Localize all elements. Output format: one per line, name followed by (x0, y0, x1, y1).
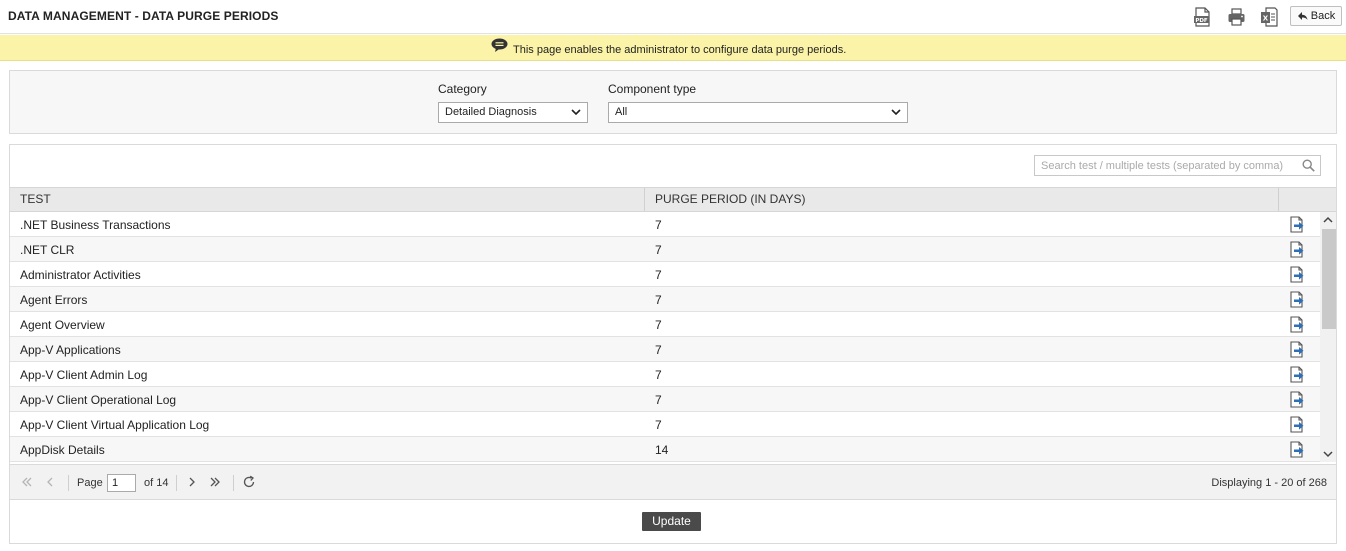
page-title: DATA MANAGEMENT - DATA PURGE PERIODS (8, 9, 279, 23)
back-button-label: Back (1310, 10, 1336, 22)
test-name-cell: App-V Applications (20, 343, 121, 357)
component-type-select[interactable]: All (608, 102, 908, 123)
purge-period-cell: 7 (655, 318, 662, 332)
column-header-test[interactable]: TEST (10, 188, 645, 211)
displaying-count: Displaying 1 - 20 of 268 (1211, 477, 1327, 489)
vertical-scrollbar[interactable] (1320, 212, 1336, 462)
table-row[interactable]: App-V Client Admin Log 7 (10, 362, 1320, 387)
table-row[interactable]: .NET Business Transactions 7 (10, 212, 1320, 237)
column-header-purge-period[interactable]: PURGE PERIOD (IN DAYS) (645, 188, 1279, 211)
scrollbar-thumb[interactable] (1322, 229, 1336, 329)
test-name-cell: Agent Errors (20, 293, 88, 307)
table-row[interactable]: Agent Overview 7 (10, 312, 1320, 337)
prev-page-icon[interactable] (44, 476, 56, 488)
table-row[interactable]: App-V Applications 7 (10, 337, 1320, 362)
first-page-icon[interactable] (21, 476, 33, 488)
next-page-icon[interactable] (186, 476, 198, 488)
back-button[interactable]: Back (1290, 6, 1342, 26)
pager-separator (233, 475, 234, 491)
test-name-cell: AppDisk Details (20, 443, 105, 457)
pdf-icon[interactable]: PDF (1193, 7, 1211, 27)
component-type-label: Component type (608, 82, 697, 96)
grid-body: .NET Business Transactions 7 .NET CLR 7 Admi… (10, 212, 1336, 462)
table-row[interactable]: Agent Errors 7 (10, 287, 1320, 312)
update-button[interactable]: Update (642, 512, 701, 531)
edit-icon[interactable] (1288, 341, 1306, 358)
pager-separator (176, 475, 177, 491)
edit-icon[interactable] (1288, 391, 1306, 408)
table-row[interactable]: App-V Client Operational Log 7 (10, 387, 1320, 412)
purge-period-cell: 7 (655, 293, 662, 307)
category-select-value: Detailed Diagnosis (445, 106, 537, 118)
table-row[interactable]: .NET CLR 7 (10, 237, 1320, 262)
purge-period-cell: 7 (655, 368, 662, 382)
column-header-actions (1279, 188, 1336, 211)
grid-header: TEST PURGE PERIOD (IN DAYS) (10, 187, 1336, 212)
chevron-down-icon (571, 109, 581, 116)
info-banner: This page enables the administrator to c… (0, 35, 1346, 61)
edit-icon[interactable] (1288, 241, 1306, 258)
category-select[interactable]: Detailed Diagnosis (438, 102, 588, 123)
test-name-cell: App-V Client Operational Log (20, 393, 177, 407)
refresh-icon[interactable] (242, 475, 256, 489)
pager-separator (68, 475, 69, 491)
page-count-label: of 14 (144, 477, 169, 489)
scroll-down-icon[interactable] (1323, 450, 1333, 458)
test-name-cell: .NET Business Transactions (20, 218, 171, 232)
page-number-input[interactable] (107, 474, 136, 492)
edit-icon[interactable] (1288, 416, 1306, 433)
search-input[interactable] (1034, 155, 1321, 176)
chevron-down-icon (891, 109, 901, 116)
category-label: Category (438, 82, 487, 96)
edit-icon[interactable] (1288, 266, 1306, 283)
info-message: This page enables the administrator to c… (513, 44, 847, 56)
speech-bubble-icon (491, 38, 508, 52)
edit-icon[interactable] (1288, 441, 1306, 458)
test-name-cell: Agent Overview (20, 318, 105, 332)
table-row[interactable]: AppDisk Details 14 (10, 437, 1320, 462)
pagination-bar: Page of 14 Displaying 1 - 20 of 268 (10, 464, 1336, 500)
table-row[interactable]: Administrator Activities 7 (10, 262, 1320, 287)
back-arrow-icon (1297, 12, 1308, 20)
purge-period-cell: 7 (655, 268, 662, 282)
page-label: Page (77, 477, 103, 489)
edit-icon[interactable] (1288, 366, 1306, 383)
test-name-cell: App-V Client Admin Log (20, 368, 148, 382)
print-icon[interactable] (1227, 7, 1246, 27)
svg-text:PDF: PDF (1195, 18, 1208, 24)
edit-icon[interactable] (1288, 316, 1306, 333)
edit-icon[interactable] (1288, 216, 1306, 233)
test-name-cell: App-V Client Virtual Application Log (20, 418, 210, 432)
edit-icon[interactable] (1288, 291, 1306, 308)
excel-icon[interactable]: X (1260, 7, 1278, 27)
scroll-up-icon[interactable] (1323, 216, 1333, 224)
grid-panel: TEST PURGE PERIOD (IN DAYS) .NET Busines… (9, 144, 1337, 544)
component-type-select-value: All (615, 106, 628, 118)
purge-period-cell: 7 (655, 218, 662, 232)
purge-period-cell: 7 (655, 243, 662, 257)
search-icon[interactable] (1302, 159, 1315, 172)
test-name-cell: .NET CLR (20, 243, 75, 257)
svg-text:X: X (1263, 15, 1269, 23)
top-bar: DATA MANAGEMENT - DATA PURGE PERIODS PDF… (0, 0, 1346, 34)
last-page-icon[interactable] (209, 476, 221, 488)
purge-period-cell: 7 (655, 393, 662, 407)
purge-period-cell: 14 (655, 443, 669, 457)
table-row[interactable]: App-V Client Virtual Application Log 7 (10, 412, 1320, 437)
test-name-cell: Administrator Activities (20, 268, 141, 282)
purge-period-cell: 7 (655, 418, 662, 432)
filter-panel: Category Detailed Diagnosis Component ty… (9, 70, 1337, 134)
purge-period-cell: 7 (655, 343, 662, 357)
